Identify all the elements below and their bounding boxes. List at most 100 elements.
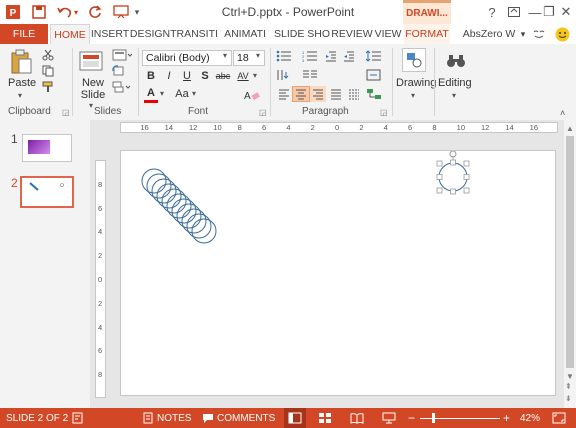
binoculars-icon[interactable] xyxy=(444,50,468,72)
tab-animations[interactable]: ANIMATI xyxy=(218,24,272,44)
scroll-thumb[interactable] xyxy=(566,136,574,368)
previous-slide-icon[interactable]: ⇞ xyxy=(565,382,572,391)
help-button[interactable]: ? xyxy=(482,2,502,22)
spacing-dropdown-icon[interactable]: ▾ xyxy=(253,71,257,80)
align-right-icon[interactable] xyxy=(310,86,326,102)
ruler-tick-label: 2 xyxy=(310,123,315,132)
zoom-out-button[interactable]: − xyxy=(408,408,415,428)
account-name[interactable]: AbsZero W xyxy=(458,24,520,44)
strikethrough-button[interactable]: abc xyxy=(214,69,232,83)
zoom-level[interactable]: 42% xyxy=(520,408,540,428)
bold-button[interactable]: B xyxy=(144,69,158,83)
shapes-icon[interactable] xyxy=(402,48,426,72)
paste-icon[interactable] xyxy=(6,48,36,76)
separator xyxy=(392,48,393,116)
ruler-tick-label: 12 xyxy=(189,123,198,132)
bullets-icon[interactable] xyxy=(274,49,294,63)
underline-button[interactable]: U xyxy=(180,69,194,83)
paragraph-launcher-icon[interactable]: ◲ xyxy=(380,108,388,117)
tab-transitions[interactable]: TRANSITI xyxy=(170,24,218,44)
text-direction-icon[interactable] xyxy=(274,68,294,82)
ribbon-display-options-icon[interactable] xyxy=(504,2,524,22)
zoom-in-button[interactable]: + xyxy=(503,408,510,428)
reading-view-icon[interactable] xyxy=(350,408,364,428)
shadow-button[interactable]: S xyxy=(198,69,212,83)
align-left-icon[interactable] xyxy=(276,86,292,102)
reset-icon[interactable] xyxy=(110,64,126,78)
cut-icon[interactable] xyxy=(40,48,56,62)
ruler-tick-label: 10 xyxy=(456,123,465,132)
slide-sorter-icon[interactable] xyxy=(318,408,332,428)
notes-button[interactable]: NOTES xyxy=(157,408,191,428)
font-name-dropdown-icon[interactable]: ▾ xyxy=(223,51,227,60)
editing-dropdown-icon[interactable]: ▾ xyxy=(452,91,456,100)
slideshow-view-icon[interactable] xyxy=(382,408,396,428)
italic-button[interactable]: I xyxy=(162,69,176,83)
feedback-face-icon[interactable] xyxy=(530,24,548,44)
normal-view-icon[interactable] xyxy=(284,408,306,428)
line-spacing-icon[interactable] xyxy=(364,49,384,63)
align-text-icon[interactable] xyxy=(364,68,384,82)
tab-file[interactable]: FILE xyxy=(0,24,48,44)
font-color-dropdown-icon[interactable]: ▾ xyxy=(160,89,164,98)
character-spacing-button[interactable]: AV xyxy=(234,69,252,83)
numbering-icon[interactable]: 123 xyxy=(300,49,320,63)
tab-home[interactable]: HOME xyxy=(50,24,90,44)
tab-format[interactable]: FORMAT xyxy=(404,24,450,44)
change-case-dropdown-icon[interactable]: ▾ xyxy=(192,89,196,98)
editing-label[interactable]: Editing xyxy=(438,77,472,89)
spelling-icon[interactable] xyxy=(72,408,84,428)
comments-button[interactable]: COMMENTS xyxy=(217,408,275,428)
tab-design[interactable]: DESIGN xyxy=(130,24,170,44)
smartart-icon[interactable] xyxy=(364,86,384,102)
change-case-button[interactable]: Aa xyxy=(172,87,192,101)
next-slide-icon[interactable]: ⇟ xyxy=(565,394,572,403)
copy-icon[interactable] xyxy=(40,64,56,78)
zoom-slider-thumb[interactable] xyxy=(432,413,435,423)
vertical-scrollbar[interactable]: ▲ ▼ ⇞ ⇟ xyxy=(564,120,576,408)
tab-slide-show[interactable]: SLIDE SHO xyxy=(272,24,332,44)
paste-dropdown-icon[interactable]: ▾ xyxy=(18,91,22,100)
slide-thumbnail-2[interactable] xyxy=(20,176,74,208)
new-slide-dropdown-icon[interactable]: ▾ xyxy=(89,101,93,110)
slide-canvas[interactable] xyxy=(120,150,556,396)
format-painter-icon[interactable] xyxy=(40,80,56,94)
new-slide-icon[interactable] xyxy=(78,48,106,76)
ruler-tick-label: 8 xyxy=(98,370,103,380)
close-button[interactable]: ✕ xyxy=(556,2,576,22)
ruler-tick-label: 8 xyxy=(237,123,242,132)
slide-counter[interactable]: SLIDE 2 OF 2 xyxy=(6,408,68,428)
layout-icon[interactable] xyxy=(110,48,134,62)
section-icon[interactable] xyxy=(110,80,134,94)
paste-label[interactable]: Paste xyxy=(8,77,36,89)
collapse-ribbon-icon[interactable]: ˄ xyxy=(560,108,565,118)
notes-icon[interactable] xyxy=(142,408,154,428)
font-launcher-icon[interactable]: ◲ xyxy=(259,108,267,117)
slide-editor: 16 14 12 10 8 6 4 2 0 2 4 6 8 10 12 14 16 8 6 4 2 0 2 4 6 8 xyxy=(90,120,576,408)
smiley-icon[interactable] xyxy=(552,24,572,44)
account-caret-icon[interactable]: ▾ xyxy=(518,24,528,44)
font-color-button[interactable]: A xyxy=(144,86,158,103)
clipboard-launcher-icon[interactable]: ◲ xyxy=(62,108,70,117)
font-size-combo[interactable]: 18 xyxy=(233,50,265,66)
drawing-label[interactable]: Drawing xyxy=(396,77,436,89)
scroll-down-icon[interactable]: ▼ xyxy=(566,372,574,381)
scroll-up-icon[interactable]: ▲ xyxy=(566,124,574,133)
clear-formatting-button[interactable]: A xyxy=(240,88,264,102)
distributed-icon[interactable] xyxy=(346,86,362,102)
fit-slide-icon[interactable] xyxy=(552,408,566,428)
columns-icon[interactable] xyxy=(300,68,320,82)
align-center-icon[interactable] xyxy=(292,86,310,102)
font-size-dropdown-icon[interactable]: ▾ xyxy=(256,51,260,60)
comments-icon[interactable] xyxy=(202,408,214,428)
slide-thumbnail-1[interactable] xyxy=(22,134,72,162)
drawing-dropdown-icon[interactable]: ▾ xyxy=(411,91,415,100)
increase-indent-icon[interactable] xyxy=(342,49,356,63)
justify-icon[interactable] xyxy=(328,86,344,102)
tab-insert[interactable]: INSERT xyxy=(90,24,130,44)
new-slide-label[interactable]: New Slide xyxy=(80,77,106,101)
tab-review[interactable]: REVIEW xyxy=(331,24,372,44)
tab-view[interactable]: VIEW xyxy=(372,24,404,44)
decrease-indent-icon[interactable] xyxy=(324,49,338,63)
font-name-combo[interactable]: Calibri (Body) xyxy=(142,50,232,66)
